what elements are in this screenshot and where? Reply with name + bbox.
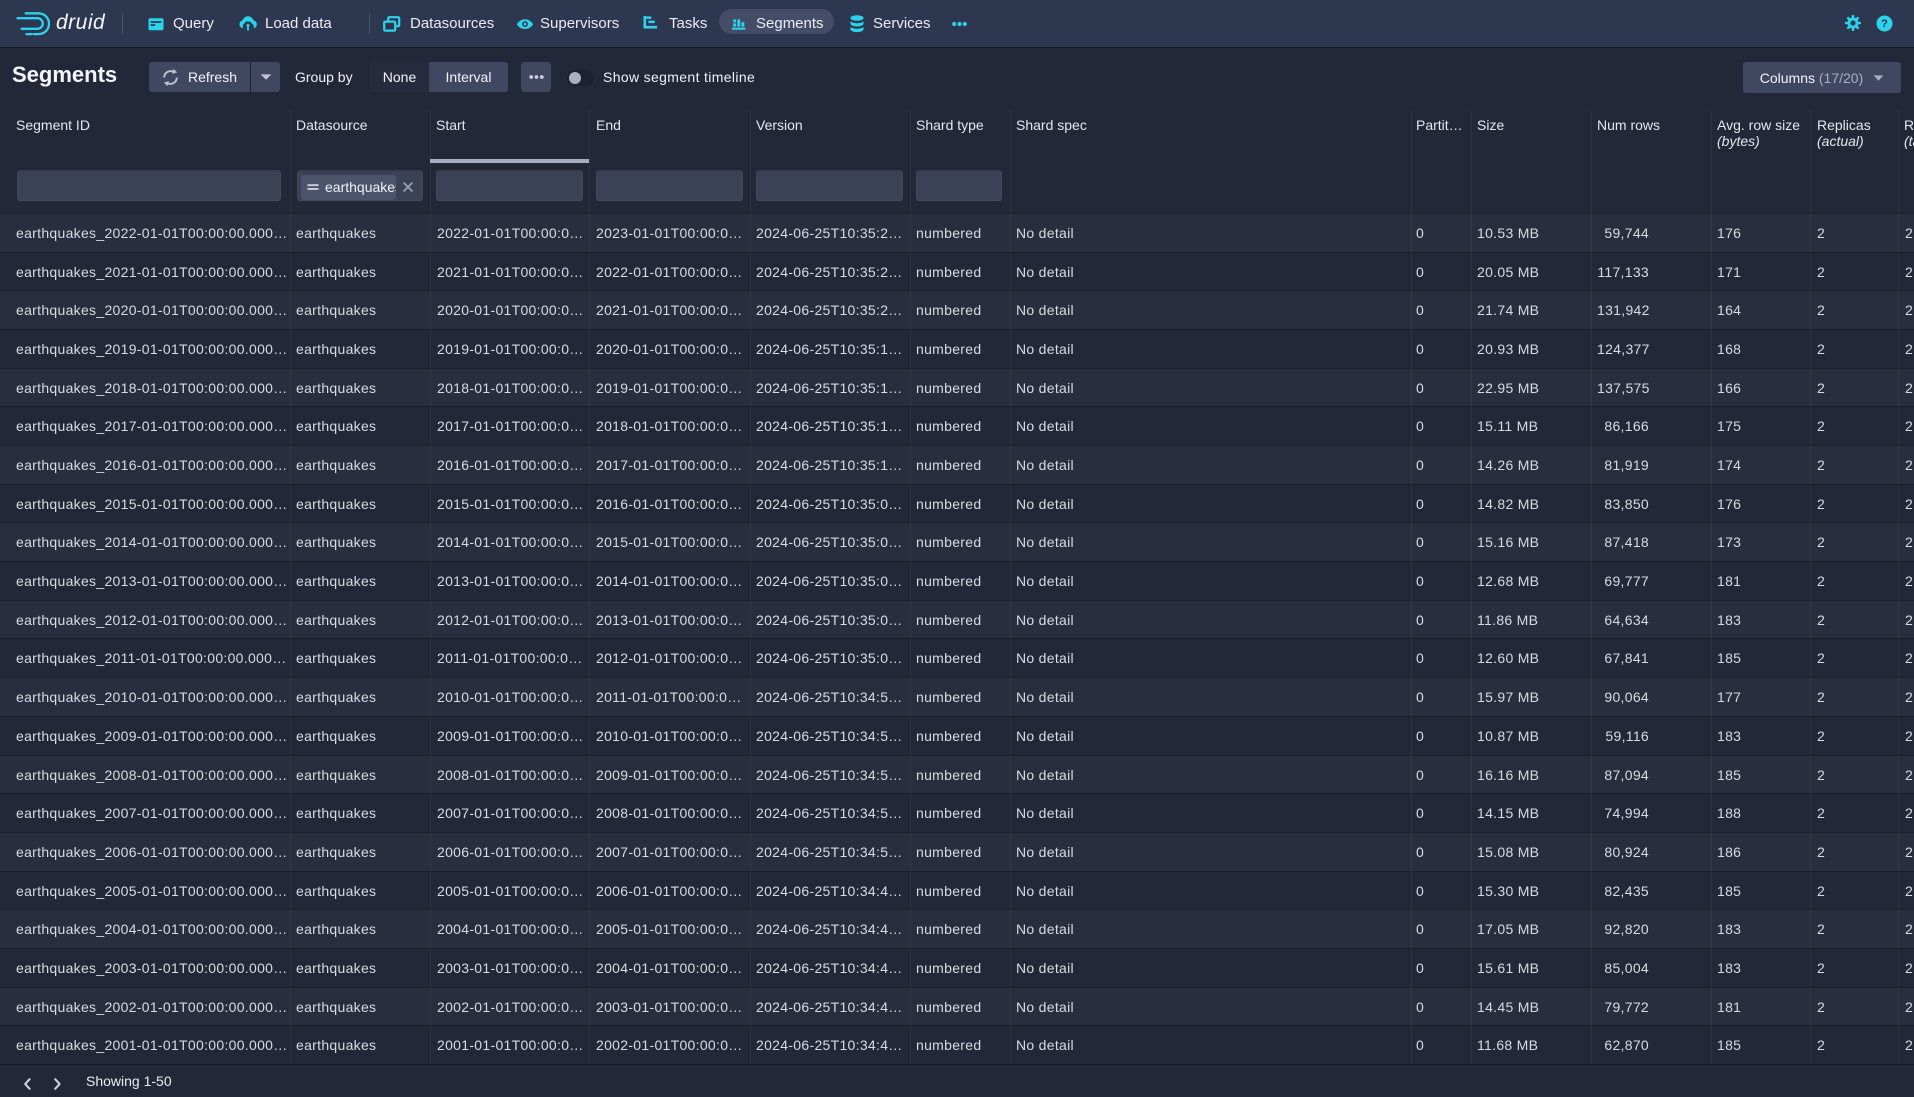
svg-text:?: ? [1881,18,1888,30]
